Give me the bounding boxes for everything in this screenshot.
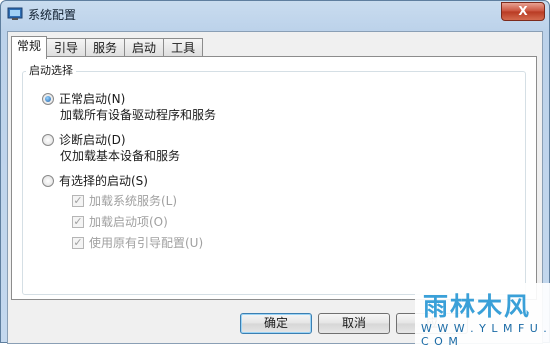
radio-selected-icon — [42, 92, 54, 105]
watermark-logo-text: 雨林木风 — [423, 292, 532, 321]
general-tab-panel: 启动选择 正常启动(N) 加载所有设备驱动程序和服务 诊断启动(D) 仅加载基本… — [11, 56, 537, 300]
tab-services[interactable]: 服务 — [85, 38, 126, 58]
checkmark-icon: ✓ — [72, 193, 84, 207]
radio-unselected-icon — [42, 174, 54, 187]
tab-boot[interactable]: 引导 — [46, 38, 87, 58]
tab-startup[interactable]: 启动 — [124, 38, 165, 58]
system-config-window: 系统配置 X 常规 引导 服务 启动 工具 启动选择 正常启动(N) 加载所有设… — [0, 0, 550, 348]
tab-tools[interactable]: 工具 — [163, 38, 204, 58]
cancel-button[interactable]: 取消 — [318, 313, 390, 334]
watermark-logo: 雨林木风 W W W . Y L M F U . C O M — [415, 283, 550, 348]
radio-unselected-icon — [42, 133, 54, 146]
watermark-url: W W W . Y L M F U . C O M — [421, 322, 548, 348]
diagnostic-startup-label: 诊断启动(D) — [59, 133, 126, 147]
use-original-boot-config-label: 使用原有引导配置(U) — [89, 236, 204, 250]
selective-startup-radio[interactable]: 有选择的启动(S) — [42, 172, 148, 189]
load-startup-items-label: 加载启动项(O) — [89, 215, 168, 229]
ok-button[interactable]: 确定 — [240, 313, 312, 334]
tab-general[interactable]: 常规 — [11, 36, 48, 59]
title-bar[interactable]: 系统配置 X — [1, 1, 549, 29]
close-icon: X — [518, 4, 528, 18]
diagnostic-startup-radio[interactable]: 诊断启动(D) — [42, 131, 126, 148]
load-system-services-checkbox[interactable]: ✓ 加载系统服务(L) — [72, 192, 177, 209]
checkmark-icon: ✓ — [72, 214, 84, 228]
system-config-icon — [7, 7, 23, 20]
tab-strip: 常规 引导 服务 启动 工具 — [11, 36, 204, 59]
normal-startup-label: 正常启动(N) — [59, 92, 126, 106]
normal-startup-description: 加载所有设备驱动程序和服务 — [60, 108, 217, 122]
diagnostic-startup-description: 仅加载基本设备和服务 — [60, 149, 181, 163]
load-startup-items-checkbox[interactable]: ✓ 加载启动项(O) — [72, 213, 168, 230]
normal-startup-radio[interactable]: 正常启动(N) — [42, 90, 125, 107]
use-original-boot-config-checkbox[interactable]: ✓ 使用原有引导配置(U) — [72, 234, 203, 251]
load-system-services-label: 加载系统服务(L) — [89, 194, 178, 208]
close-button[interactable]: X — [501, 2, 545, 21]
window-title: 系统配置 — [28, 8, 77, 22]
selective-startup-label: 有选择的启动(S) — [59, 174, 148, 188]
startup-selection-title: 启动选择 — [26, 62, 76, 78]
checkmark-icon: ✓ — [72, 235, 84, 249]
